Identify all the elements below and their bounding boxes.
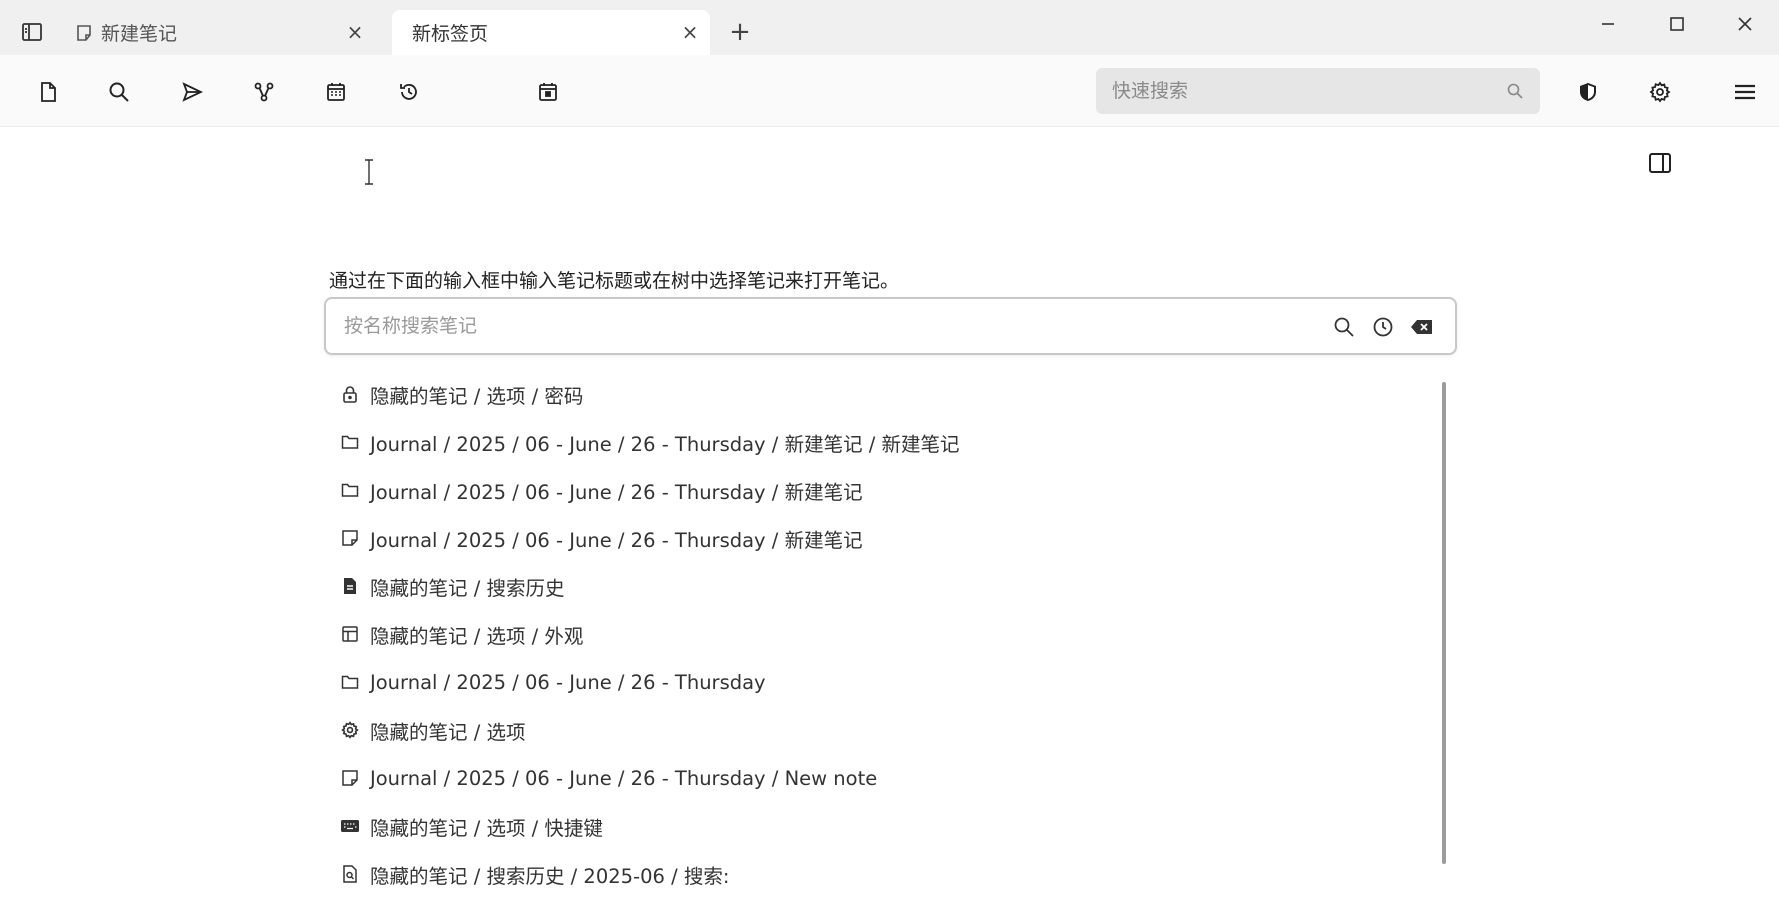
result-path: 隐藏的笔记 / 选项: [370, 720, 526, 744]
note-icon: [340, 768, 360, 788]
minimize-button[interactable]: [1592, 8, 1624, 40]
toolbar: [0, 55, 1779, 127]
history-icon[interactable]: [394, 77, 424, 107]
maximize-button[interactable]: [1661, 8, 1693, 40]
folder-icon: [340, 672, 360, 692]
clock-icon[interactable]: [1370, 314, 1396, 340]
note-icon: [75, 24, 93, 42]
search-doc-icon: [340, 864, 360, 884]
note-search-box[interactable]: [324, 297, 1457, 355]
layout-icon: [340, 624, 360, 644]
list-item[interactable]: Journal / 2025 / 06 - June / 26 - Thursd…: [340, 422, 960, 462]
document-icon: [340, 576, 360, 596]
quick-search-input[interactable]: [1112, 68, 1492, 114]
right-pane-toggle-icon[interactable]: [1647, 150, 1673, 176]
relation-map-icon[interactable]: [249, 77, 279, 107]
note-icon: [340, 528, 360, 548]
send-icon[interactable]: [177, 77, 207, 107]
list-item[interactable]: 隐藏的笔记 / 搜索历史: [340, 566, 564, 606]
result-path: Journal / 2025 / 06 - June / 26 - Thursd…: [370, 480, 863, 504]
close-tab-button[interactable]: ×: [680, 22, 700, 42]
search-icon[interactable]: [1331, 314, 1357, 340]
close-window-button[interactable]: [1729, 8, 1761, 40]
new-tab-button[interactable]: +: [726, 18, 754, 46]
result-path: 隐藏的笔记 / 搜索历史: [370, 576, 565, 600]
list-item[interactable]: 隐藏的笔记 / 搜索历史 / 2025-06 / 搜索:: [340, 854, 729, 894]
protected-session-icon[interactable]: [1573, 77, 1603, 107]
result-path: 隐藏的笔记 / 选项 / 外观: [370, 624, 584, 648]
result-path: 隐藏的笔记 / 搜索历史 / 2025-06 / 搜索:: [370, 864, 730, 888]
list-item[interactable]: 隐藏的笔记 / 选项 / 密码: [340, 374, 583, 414]
clear-icon[interactable]: [1409, 314, 1435, 340]
note-search-input[interactable]: [344, 303, 1324, 349]
list-item[interactable]: 隐藏的笔记 / 选项 / 外观: [340, 614, 583, 654]
list-item[interactable]: Journal / 2025 / 06 - June / 26 - Thursd…: [340, 758, 877, 798]
today-icon[interactable]: [533, 77, 563, 107]
sidebar-toggle-icon[interactable]: [20, 20, 44, 44]
list-item[interactable]: Journal / 2025 / 06 - June / 26 - Thursd…: [340, 470, 863, 510]
folder-icon: [340, 432, 360, 452]
result-path: Journal / 2025 / 06 - June / 26 - Thursd…: [370, 432, 960, 456]
menu-icon[interactable]: [1730, 77, 1760, 107]
gear-icon[interactable]: [1645, 77, 1675, 107]
keyboard-icon: [340, 816, 360, 836]
result-path: Journal / 2025 / 06 - June / 26 - Thursd…: [370, 670, 766, 694]
instruction-text: 通过在下面的输入框中输入笔记标题或在树中选择笔记来打开笔记。: [329, 270, 900, 292]
folder-icon: [340, 480, 360, 500]
search-icon[interactable]: [1506, 82, 1524, 100]
result-path: 隐藏的笔记 / 选项 / 密码: [370, 384, 584, 408]
tab-title: 新标签页: [412, 23, 489, 45]
text-cursor-icon: [362, 158, 376, 186]
gear-icon: [340, 720, 360, 740]
tab-bar: 新建笔记 × 新标签页 × +: [0, 0, 1779, 55]
result-path: 隐藏的笔记 / 选项 / 快捷键: [370, 816, 603, 840]
close-tab-button[interactable]: ×: [345, 22, 365, 42]
new-note-icon[interactable]: [33, 77, 63, 107]
result-path: Journal / 2025 / 06 - June / 26 - Thursd…: [370, 528, 863, 552]
list-item[interactable]: 隐藏的笔记 / 选项 / 快捷键: [340, 806, 603, 846]
quick-search-box[interactable]: [1096, 68, 1540, 114]
list-item[interactable]: 隐藏的笔记 / 选项: [340, 710, 525, 750]
results-scrollbar[interactable]: [1442, 382, 1446, 864]
result-path: Journal / 2025 / 06 - June / 26 - Thursd…: [370, 766, 878, 790]
tab-new-note[interactable]: 新建笔记 ×: [75, 10, 375, 55]
tab-title: 新建笔记: [101, 23, 178, 45]
lock-icon: [340, 384, 360, 404]
search-icon[interactable]: [104, 77, 134, 107]
list-item[interactable]: Journal / 2025 / 06 - June / 26 - Thursd…: [340, 518, 863, 558]
tab-new-tab-page[interactable]: 新标签页 ×: [392, 10, 710, 55]
list-item[interactable]: Journal / 2025 / 06 - June / 26 - Thursd…: [340, 662, 766, 702]
calendar-icon[interactable]: [321, 77, 351, 107]
